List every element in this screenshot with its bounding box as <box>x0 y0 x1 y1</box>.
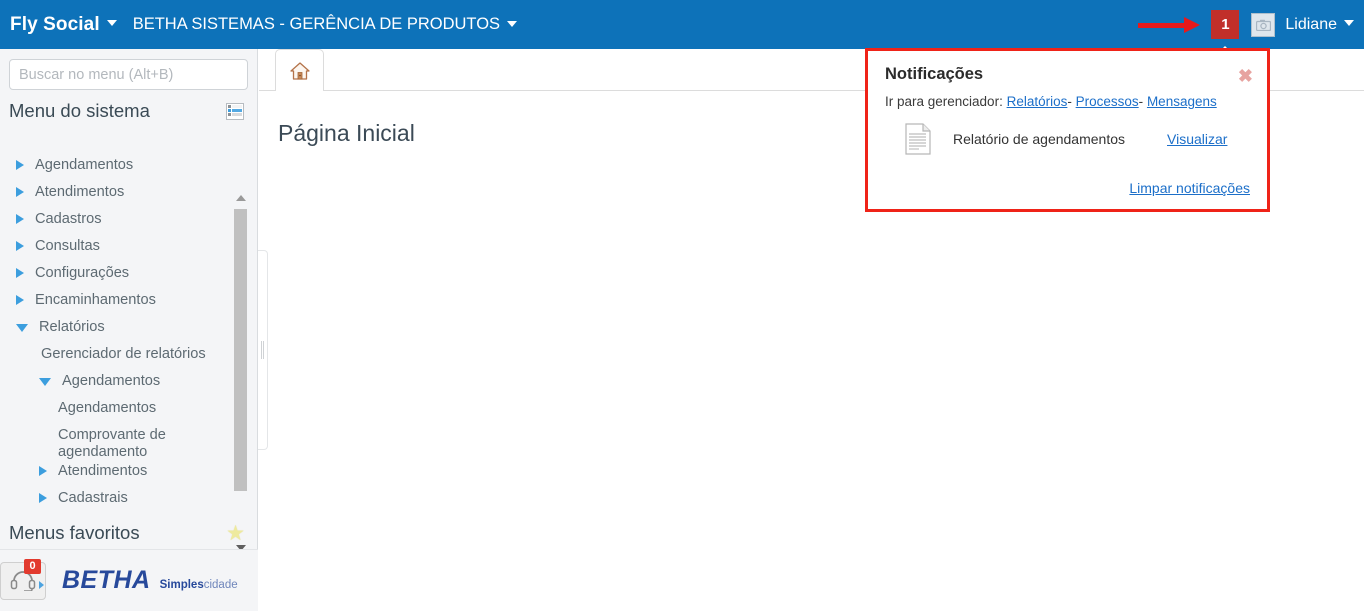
menu-search-container <box>0 49 257 90</box>
notifications-badge-button[interactable]: 1 <box>1211 10 1240 59</box>
link-separator: - <box>1067 94 1072 109</box>
chevron-right-icon[interactable] <box>16 241 24 251</box>
organization-selector[interactable]: BETHA SISTEMAS - GERÊNCIA DE PRODUTOS <box>132 15 518 34</box>
tab-home[interactable] <box>275 49 324 91</box>
notification-item-label: Relatório de agendamentos <box>953 131 1126 147</box>
go-to-manager-label: Ir para gerenciador: <box>885 94 1003 109</box>
camera-icon <box>1255 19 1271 31</box>
system-menu-tree: Agendamentos Atendimentos Cadastros Consult… <box>0 152 258 552</box>
sidebar-menu-item[interactable]: Atendimentos <box>0 458 240 485</box>
application-root: Fly Social BETHA SISTEMAS - GERÊNCIA DE … <box>0 0 1364 611</box>
betha-logo-primary: BETHA <box>62 566 151 594</box>
avatar[interactable] <box>1251 12 1276 37</box>
support-chat-button[interactable]: 0 <box>0 558 46 600</box>
sidebar-menu-item-label: Encaminhamentos <box>35 292 156 308</box>
sidebar-scrollbar[interactable] <box>233 193 249 553</box>
sidebar-menu-item-label: Consultas <box>35 238 100 254</box>
system-menu-header: Menu do sistema <box>0 90 257 129</box>
annotation-arrow-icon <box>1138 16 1202 33</box>
scroll-up-icon[interactable] <box>236 195 246 201</box>
app-brand-menu[interactable]: Fly Social <box>10 14 117 36</box>
sidebar-menu-item[interactable]: Comprovante de agendamento <box>0 422 240 460</box>
sidebar-menu-item-label: Cadastros <box>35 211 102 227</box>
sidebar-menu-item[interactable]: Agendamentos <box>0 395 240 422</box>
system-menu-title: Menu do sistema <box>9 100 150 121</box>
manager-link-relatorios[interactable]: Relatórios <box>1007 94 1068 109</box>
sidebar-menu-item[interactable]: Relatórios <box>0 314 240 341</box>
document-icon <box>905 123 931 155</box>
manager-link-processos[interactable]: Processos <box>1076 94 1139 109</box>
sidebar: Menu do sistema Agendamentos Atendimentos… <box>0 49 258 611</box>
sidebar-menu-item[interactable]: Agendamentos <box>0 368 240 395</box>
organization-label: BETHA SISTEMAS - GERÊNCIA DE PRODUTOS <box>132 15 501 33</box>
favorites-menu-header: Menus favoritos ★ <box>0 522 258 544</box>
sidebar-scrollbar-thumb[interactable] <box>234 209 247 491</box>
sidebar-menu-item-label: Atendimentos <box>58 463 148 479</box>
sidebar-menu-item-label: Agendamentos <box>62 373 161 389</box>
chevron-right-icon[interactable] <box>39 493 47 503</box>
manager-link-mensagens[interactable]: Mensagens <box>1147 94 1217 109</box>
resize-grip-icon <box>261 341 264 359</box>
notifications-count: 1 <box>1221 16 1230 33</box>
chevron-right-icon[interactable] <box>39 466 47 476</box>
notifications-manager-links: Ir para gerenciador: Relatórios- Process… <box>885 94 1250 109</box>
chevron-right-icon[interactable] <box>16 187 24 197</box>
app-brand-label: Fly Social <box>10 13 100 35</box>
sidebar-menu-item-label: Configurações <box>35 265 130 281</box>
notification-item: Relatório de agendamentos Visualizar <box>885 123 1250 155</box>
notifications-panel-title: Notificações <box>885 65 984 83</box>
caret-down-icon <box>106 20 117 27</box>
sidebar-menu-item-label: Atendimentos <box>35 184 125 200</box>
sidebar-menu-item[interactable]: Atendimentos <box>0 179 240 206</box>
sidebar-menu-item[interactable]: Agendamentos <box>0 152 240 179</box>
sidebar-menu-item[interactable]: Gerenciador de relatórios <box>0 341 240 368</box>
sidebar-resize-handle[interactable] <box>258 250 268 450</box>
user-name-label: Lidiane <box>1285 15 1337 33</box>
notifications-panel: Notificações ✖ Ir para gerenciador: Rela… <box>865 48 1270 212</box>
favorites-menu-title: Menus favoritos <box>9 522 140 543</box>
chevron-right-icon[interactable] <box>16 268 24 278</box>
sidebar-footer: 0 BETHA Simples cidade <box>0 549 258 611</box>
support-badge-count: 0 <box>24 558 41 574</box>
chevron-right-icon[interactable] <box>16 160 24 170</box>
sidebar-menu-item-label: Agendamentos <box>35 157 134 173</box>
sidebar-menu-item-label: Comprovante de agendamento <box>58 427 166 460</box>
chevron-down-icon[interactable] <box>39 378 51 386</box>
sidebar-menu-item-label: Agendamentos <box>58 400 157 416</box>
sidebar-menu-item[interactable]: Cadastros <box>0 206 240 233</box>
notification-item-view-link[interactable]: Visualizar <box>1167 131 1227 147</box>
sidebar-menu-item[interactable]: Cadastrais <box>0 485 240 512</box>
star-icon[interactable]: ★ <box>226 523 245 544</box>
sidebar-menu-item[interactable]: Consultas <box>0 233 240 260</box>
chevron-right-icon[interactable] <box>16 295 24 305</box>
sidebar-menu-item[interactable]: Encaminhamentos <box>0 287 240 314</box>
link-separator: - <box>1138 94 1144 109</box>
sidebar-menu-item-label: Gerenciador de relatórios <box>41 346 206 362</box>
close-icon[interactable]: ✖ <box>1238 67 1253 85</box>
top-bar-right-group: 1 Lidiane <box>1138 0 1364 59</box>
betha-logo-secondary-bold: Simples <box>159 579 204 591</box>
betha-logo: BETHA Simples cidade <box>62 566 238 595</box>
clear-notifications-link[interactable]: Limpar notificações <box>1129 180 1250 196</box>
chevron-down-icon[interactable] <box>16 324 28 332</box>
chevron-right-icon[interactable] <box>16 214 24 224</box>
caret-right-icon <box>39 580 44 589</box>
sidebar-menu-item-label: Relatórios <box>39 319 105 335</box>
caret-down-icon <box>507 20 518 27</box>
user-menu[interactable]: Lidiane <box>1285 16 1354 34</box>
search-input[interactable] <box>9 59 248 90</box>
betha-logo-secondary-light: cidade <box>203 579 238 591</box>
sidebar-menu-item[interactable]: Configurações <box>0 260 240 287</box>
caret-down-icon <box>1344 20 1354 27</box>
home-icon <box>289 61 310 80</box>
headset-icon <box>10 570 36 591</box>
sidebar-menu-item-label: Cadastrais <box>58 490 128 506</box>
list-view-icon[interactable] <box>226 102 244 120</box>
top-navigation-bar: Fly Social BETHA SISTEMAS - GERÊNCIA DE … <box>0 0 1364 59</box>
